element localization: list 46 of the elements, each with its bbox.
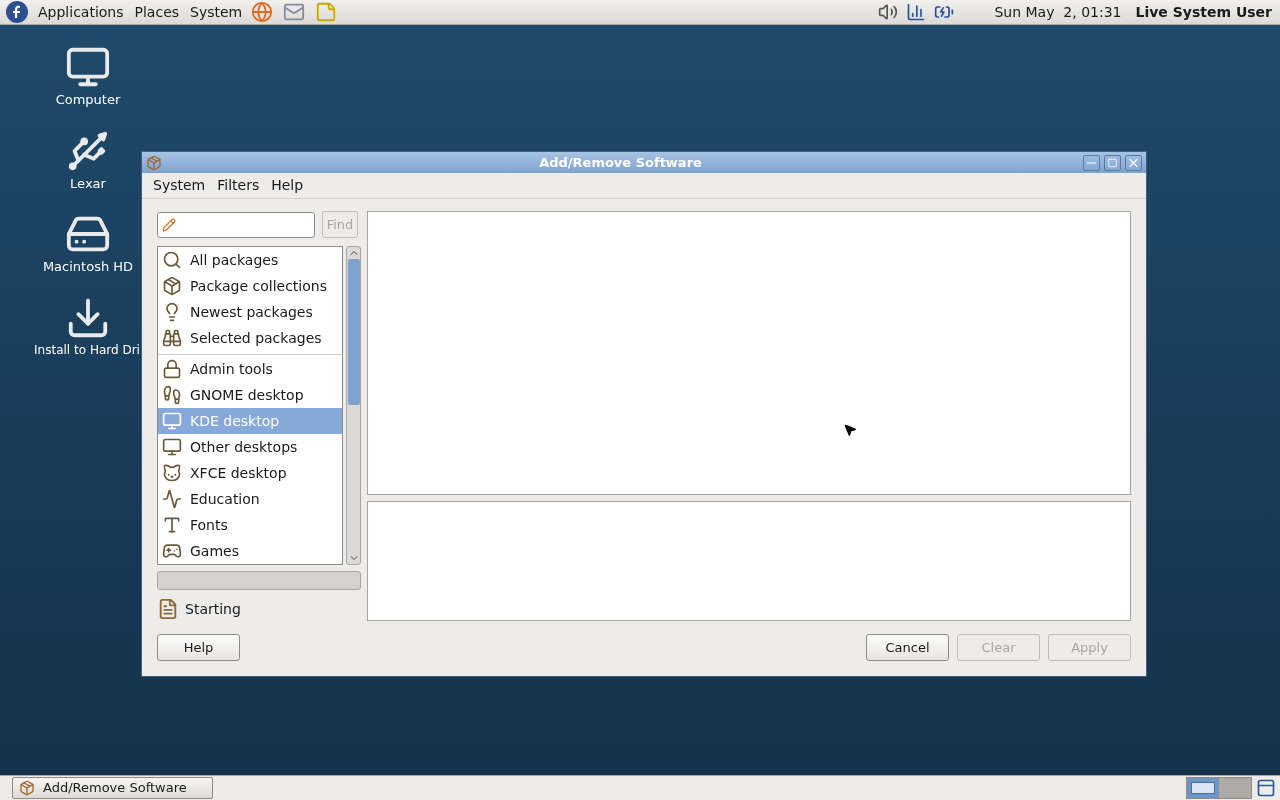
- footprint-icon: [162, 385, 182, 405]
- panel-menu[interactable]: Applications: [34, 1, 128, 23]
- group-item[interactable]: All packages: [158, 247, 342, 273]
- scrollbar[interactable]: [346, 246, 361, 565]
- panel-menu[interactable]: Places: [130, 1, 184, 23]
- window-title: Add/Remove Software: [538, 153, 703, 172]
- box-icon: [162, 276, 182, 296]
- desktop-icon-label[interactable]: Lexar: [70, 173, 106, 193]
- show-desktop-icon[interactable]: [1256, 778, 1276, 798]
- window-thumbnail: [1191, 782, 1215, 794]
- group-item[interactable]: Games: [158, 538, 342, 564]
- task-button[interactable]: Add/Remove Software: [12, 777, 213, 799]
- user-name[interactable]: Live System User: [1135, 1, 1272, 23]
- desktop-icon-label[interactable]: Install to Hard Dri: [34, 340, 140, 359]
- group-item[interactable]: Newest packages: [158, 299, 342, 325]
- edit-icon: [162, 217, 176, 232]
- desktop-icon-label[interactable]: Macintosh HD: [42, 257, 134, 277]
- scroll-thumb[interactable]: [347, 259, 360, 405]
- dialog-button[interactable]: Cancel: [866, 634, 949, 661]
- menu-item[interactable]: System: [147, 175, 212, 196]
- app-icon: [146, 154, 162, 171]
- panel-menu[interactable]: System: [186, 1, 247, 23]
- group-item[interactable]: Other desktops: [158, 434, 342, 460]
- group-item[interactable]: Education: [158, 486, 342, 512]
- group-item[interactable]: Admin tools: [158, 356, 342, 382]
- group-item[interactable]: Fonts: [158, 512, 342, 538]
- workspace[interactable]: [1187, 778, 1219, 798]
- group-item[interactable]: Package collections: [158, 273, 342, 299]
- browser-icon[interactable]: [251, 1, 274, 23]
- help-button[interactable]: Help: [157, 634, 240, 661]
- minimize-icon[interactable]: [1083, 154, 1100, 171]
- group-item[interactable]: GNOME desktop: [158, 382, 342, 408]
- status-icon: [157, 598, 179, 620]
- group-item[interactable]: XFCE desktop: [158, 460, 342, 486]
- desktop-icon-label[interactable]: Computer: [55, 90, 121, 110]
- signal-bars-icon[interactable]: [906, 2, 927, 22]
- close-icon[interactable]: [1125, 154, 1142, 171]
- search-field[interactable]: [157, 211, 315, 238]
- app-icon: [19, 780, 35, 796]
- clock[interactable]: Sun May 2, 01:31: [994, 1, 1122, 23]
- group-item[interactable]: Selected packages: [158, 325, 342, 351]
- status-text: Starting: [185, 599, 241, 619]
- maximize-icon[interactable]: [1104, 154, 1121, 171]
- menu-item[interactable]: Help: [265, 175, 310, 196]
- binoculars-icon: [162, 328, 182, 348]
- menu-item[interactable]: Filters: [211, 175, 266, 196]
